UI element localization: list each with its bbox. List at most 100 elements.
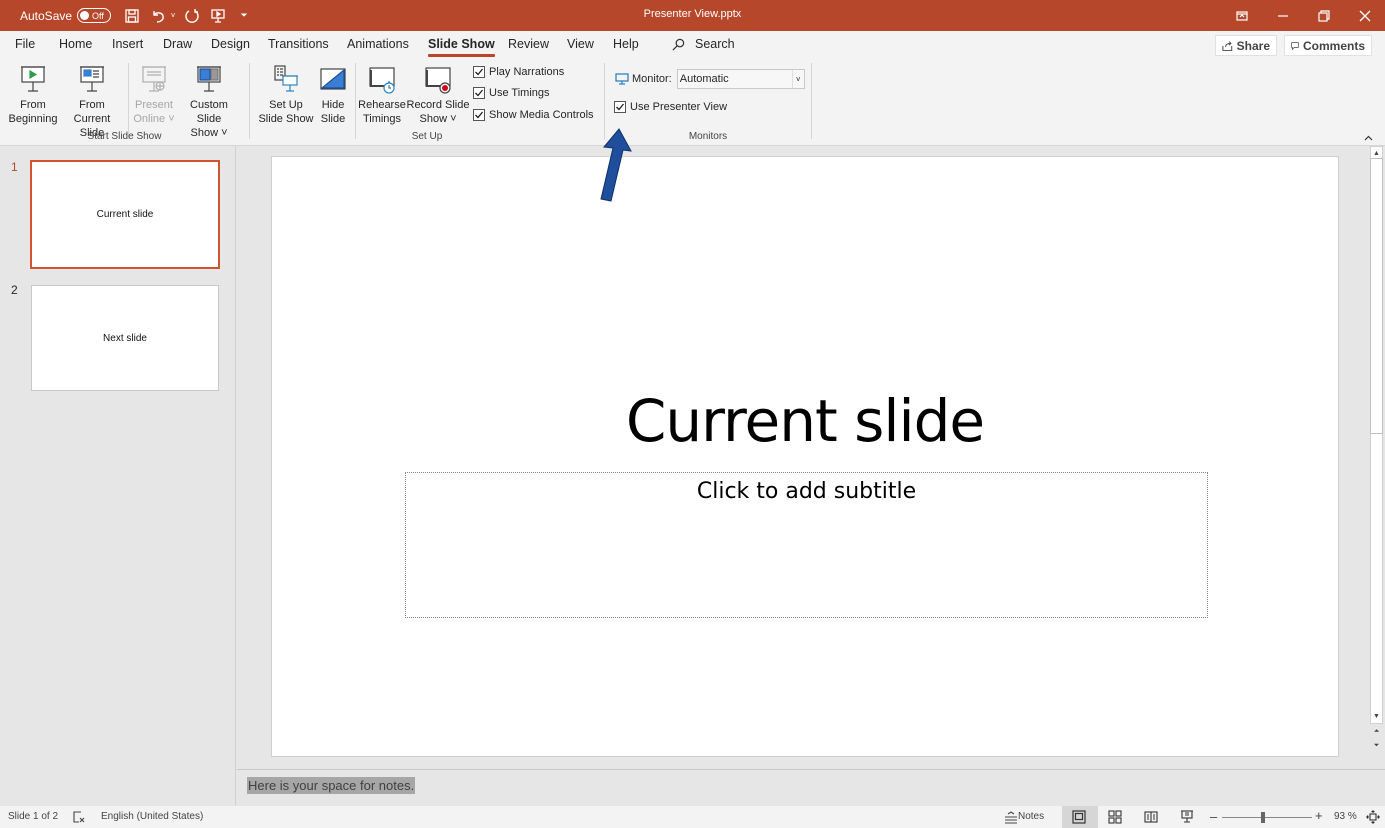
from-beginning-line2: Beginning [8,113,58,125]
accessibility-icon[interactable] [71,809,87,825]
language-indicator[interactable]: English (United States) [101,811,203,822]
autosave-label: AutoSave [20,8,73,23]
minimize-button[interactable] [1262,0,1303,31]
show-media-controls-label: Show Media Controls [489,109,594,121]
slide-thumbnail-1[interactable]: Current slide [30,160,220,269]
use-timings-checkbox[interactable]: Use Timings [473,87,550,99]
ribbon-separator [604,63,605,139]
chevron-down-icon[interactable]: ˅ [791,70,804,88]
subtitle-placeholder[interactable]: Click to add subtitle [405,472,1208,618]
restore-button[interactable] [1303,0,1344,31]
normal-view-icon[interactable] [1071,809,1087,825]
projector-play-icon [21,66,45,92]
slide[interactable]: Current slide Click to add subtitle [271,156,1339,757]
thumbnail-text: Next slide [103,332,147,344]
tab-slide-show[interactable]: Slide Show [428,37,495,57]
use-timings-label: Use Timings [489,87,550,99]
tab-home[interactable]: Home [59,37,92,51]
comments-button[interactable]: Comments [1284,35,1372,56]
collapse-ribbon-icon[interactable] [1364,133,1373,144]
tab-draw[interactable]: Draw [163,37,192,51]
tab-help[interactable]: Help [613,37,639,51]
search-box[interactable]: Search [672,37,735,51]
tab-review[interactable]: Review [508,37,549,51]
slide-count: Slide 1 of 2 [8,811,59,822]
present-from-beginning-icon[interactable] [209,7,227,25]
setup-line1: Set Up [269,99,303,111]
tab-design[interactable]: Design [211,37,250,51]
record-slide-show-button[interactable]: Record Slide Show ˅ [406,64,470,126]
thumbnail-number: 1 [11,160,18,174]
vertical-scrollbar[interactable]: ▲ ▼ ⏶ ⏷ [1368,146,1385,769]
search-icon [672,38,685,50]
from-beginning-button[interactable]: From Beginning [8,64,58,126]
tab-transitions[interactable]: Transitions [268,37,329,51]
custom-show-icon [197,66,221,92]
ribbon-separator [128,63,129,139]
set-up-slide-show-button[interactable]: Set Up Slide Show [256,64,316,126]
slide-editing-area: Current slide Click to add subtitle [237,146,1368,769]
close-button[interactable] [1344,0,1385,31]
undo-icon[interactable] [149,7,167,25]
slide-show-view-icon[interactable] [1179,809,1195,825]
projector-slide-icon [80,66,104,92]
use-presenter-view-checkbox[interactable]: Use Presenter View [614,101,727,113]
rehearse-line1: Rehearse [358,99,406,111]
redo-icon[interactable] [183,7,201,25]
zoom-level[interactable]: 93 % [1334,811,1357,822]
monitor-icon [615,73,629,85]
tab-insert[interactable]: Insert [112,37,143,51]
notes-button[interactable]: Notes [1018,811,1044,822]
rehearse-line2: Timings [362,113,402,125]
undo-dropdown-icon[interactable]: ˅ [169,7,177,25]
tab-view[interactable]: View [567,37,594,51]
share-button[interactable]: Share [1215,35,1277,56]
autosave-toggle[interactable]: Off [77,8,112,23]
previous-slide-button[interactable]: ⏶ [1371,726,1382,737]
ribbon-display-options-button[interactable] [1221,0,1262,31]
reading-view-icon[interactable] [1143,809,1159,825]
zoom-slider-handle[interactable] [1261,812,1265,823]
zoom-in-button[interactable]: + [1315,808,1323,823]
slide-thumbnails-pane: 1 Current slide 2 Next slide [0,146,236,806]
scroll-thumb[interactable] [1370,158,1383,434]
next-slide-button[interactable]: ⏷ [1371,740,1382,751]
notes-toggle-icon[interactable] [1003,809,1019,825]
hide-slide-button[interactable]: Hide Slide [316,64,350,126]
window-controls [1221,0,1385,31]
custom-slide-show-button[interactable]: Custom Slide Show ˅ [177,64,241,140]
tab-file[interactable]: File [15,37,35,51]
present-online-button[interactable]: Present Online ˅ [131,64,177,126]
zoom-out-button[interactable]: – [1210,809,1217,824]
zoom-slider[interactable] [1222,817,1312,818]
save-icon[interactable] [123,7,141,25]
from-current-slide-button[interactable]: From Current Slide [60,64,124,140]
hide-slide-line2: Slide [320,113,346,125]
customize-qat-icon[interactable]: ⏷ [235,7,253,25]
checkbox-box [473,87,485,99]
show-media-controls-checkbox[interactable]: Show Media Controls [473,109,594,121]
group-label-monitors: Monitors [688,131,728,142]
tab-animations[interactable]: Animations [347,37,409,51]
ribbon: From Beginning From Current Slide Presen… [0,59,1385,146]
hide-slide-icon [320,68,346,90]
slide-sorter-icon[interactable] [1107,809,1123,825]
checkbox-box [473,66,485,78]
subtitle-placeholder-text: Click to add subtitle [696,479,917,504]
hide-slide-line1: Hide [321,99,345,111]
record-icon [425,67,451,94]
scroll-down-button[interactable]: ▼ [1371,711,1382,722]
record-line1: Record Slide [406,99,470,111]
notes-text[interactable]: Here is your space for notes. [247,777,416,794]
notes-pane[interactable]: Here is your space for notes. [237,769,1385,806]
play-narrations-checkbox[interactable]: Play Narrations [473,66,564,78]
autosave-state: Off [92,10,104,21]
slide-thumbnail-2[interactable]: Next slide [31,285,219,391]
fit-slide-icon[interactable] [1365,809,1381,825]
present-online-line1: Present [135,99,173,111]
rehearse-timings-button[interactable]: Rehearse Timings [358,64,406,126]
title-bar: AutoSave Off ˅ ⏷ Presenter View.pptx [0,0,1385,31]
slide-title[interactable]: Current slide [272,387,1338,455]
custom-show-line1: Custom Slide [190,99,228,125]
monitor-select[interactable]: Automatic ˅ [676,69,805,89]
